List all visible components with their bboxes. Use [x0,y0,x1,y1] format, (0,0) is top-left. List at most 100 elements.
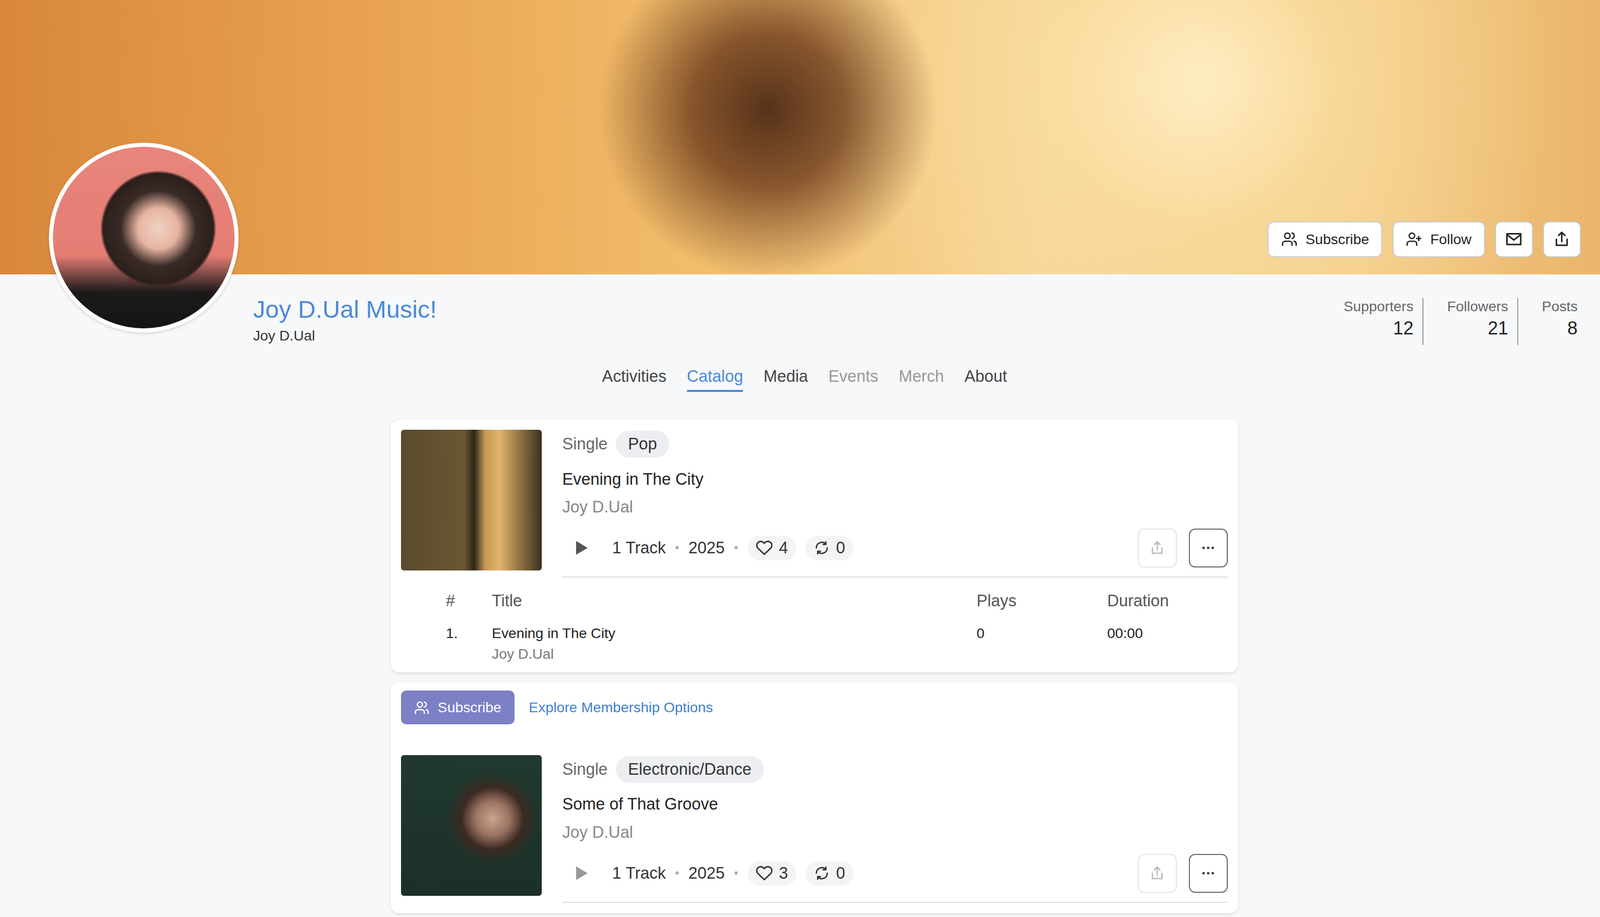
track-duration: 00:00 [1107,624,1228,663]
tab[interactable]: Activities [602,367,667,392]
ellipsis-icon [1198,864,1218,883]
button-label: Subscribe [437,699,502,716]
stat: Supporters 12 [1343,298,1423,346]
tab[interactable]: Catalog [687,367,744,392]
track-title-cell: Evening in The City Joy D.Ual [491,624,977,663]
separator: • [733,866,739,881]
release-artist[interactable]: Joy D.Ual [562,497,1228,517]
repost-button[interactable]: 0 [805,535,854,561]
release-artist[interactable]: Joy D.Ual [562,823,1228,842]
release-actions [1137,853,1228,893]
stat-label: Supporters [1343,298,1414,315]
release: Single Electronic/Dance Some of That Groov… [401,755,1228,903]
more-button[interactable] [1188,528,1228,568]
table-row[interactable]: 1.Evening in The CityJoy D.Ual000:00 [401,624,1228,663]
button-label: Subscribe [1305,231,1369,248]
track-number: 1. [445,624,492,663]
release-actions [1137,528,1228,568]
release-year: 2025 [688,538,725,558]
release-tags: Single Pop [562,430,1228,458]
mail-button[interactable] [1495,221,1533,258]
track-title: Evening in The City [491,624,977,642]
separator: • [733,540,739,555]
tab: Merch [898,367,945,392]
release-title[interactable]: Some of That Groove [562,794,1228,814]
stat: Posts 8 [1517,298,1578,346]
like-count: 4 [778,538,788,558]
release-info: Single Electronic/Dance Some of That Groov… [562,755,1228,903]
tab-bar: Activities Catalog Media Events Merch About [602,367,1600,392]
play-icon [571,864,590,883]
share-icon [1552,230,1571,249]
profile-title: Joy D.Ual Music! [253,294,437,325]
profile-header: Joy D.Ual Music! Joy D.Ual Supporters 12 Fol… [0,274,1600,346]
profile-name: Joy D.Ual [253,327,437,345]
stats: Supporters 12 Followers 21 Posts 8 [1343,298,1578,346]
follow-button[interactable]: Follow [1392,221,1485,258]
cover-photo: Subscribe Follow [0,0,1600,275]
track-count: 1 Track [612,538,666,558]
play-button[interactable] [562,532,600,564]
catalog: Single Pop Evening in The City Joy D.Ual 1 T… [390,419,1238,913]
more-button[interactable] [1188,853,1228,893]
release-card: Single Pop Evening in The City Joy D.Ual 1 T… [390,419,1238,673]
tab: Events [828,367,879,392]
release-type: Single [562,760,608,779]
button-label: Follow [1430,231,1472,248]
users-icon [414,700,430,716]
share-icon [1149,865,1166,882]
stat-label: Followers [1447,298,1509,315]
tab[interactable]: Media [763,367,809,392]
membership-promo: Subscribe Explore Membership Options [401,690,1228,725]
users-icon [1281,231,1298,248]
column-header: # [445,591,492,611]
stat: Followers 21 [1422,298,1518,346]
heart-icon [755,864,773,882]
release-meta: 1 Track • 2025 • 4 0 [562,532,1138,564]
repost-button[interactable]: 0 [805,861,854,886]
avatar-photo [48,142,239,333]
stat-label: Posts [1541,298,1578,315]
release-controls: 1 Track • 2025 • 30 [562,853,1228,903]
subscribe-button[interactable]: Subscribe [401,690,515,725]
subscribe-button[interactable]: Subscribe [1267,221,1383,258]
column-header: Title [491,591,977,611]
tab[interactable]: About [964,367,1008,392]
release-info: Single Pop Evening in The City Joy D.Ual 1 T… [562,429,1228,578]
column-header: Duration [1107,591,1228,611]
table-header: #TitlePlaysDuration [401,591,1228,611]
release-year: 2025 [688,864,725,883]
header-actions: Subscribe Follow [1267,221,1581,258]
like-count: 3 [778,864,788,883]
release-controls: 1 Track • 2025 • 4 0 [562,528,1228,578]
like-button[interactable]: 4 [747,535,797,561]
cover-art[interactable] [401,429,542,571]
release-title[interactable]: Evening in The City [562,470,1228,489]
release-type: Single [562,434,608,454]
share-button[interactable] [1543,221,1581,258]
cover-art[interactable] [401,755,542,896]
separator: • [674,866,680,881]
track-count: 1 Track [612,864,666,883]
share-icon [1149,539,1166,556]
share-button[interactable] [1137,528,1177,568]
play-icon [571,538,590,557]
profile-names: Joy D.Ual Music! Joy D.Ual [253,294,437,346]
release: Single Pop Evening in The City Joy D.Ual 1 T… [401,429,1228,578]
stat-value: 21 [1488,317,1509,339]
track-artist: Joy D.Ual [491,645,977,663]
like-button[interactable]: 3 [747,861,797,886]
genre-tag[interactable]: Electronic/Dance [615,756,764,783]
stat-value: 8 [1567,317,1578,339]
membership-link[interactable]: Explore Membership Options [528,699,713,716]
stat-value: 12 [1393,317,1414,339]
genre-tag[interactable]: Pop [615,430,670,458]
release-tags: Single Electronic/Dance [562,756,1228,783]
separator: • [674,540,680,555]
repost-count: 0 [835,538,845,558]
share-button[interactable] [1137,853,1177,893]
play-button[interactable] [562,858,600,889]
ellipsis-icon [1198,538,1218,557]
mail-icon [1504,230,1523,249]
user-plus-icon [1405,231,1422,248]
